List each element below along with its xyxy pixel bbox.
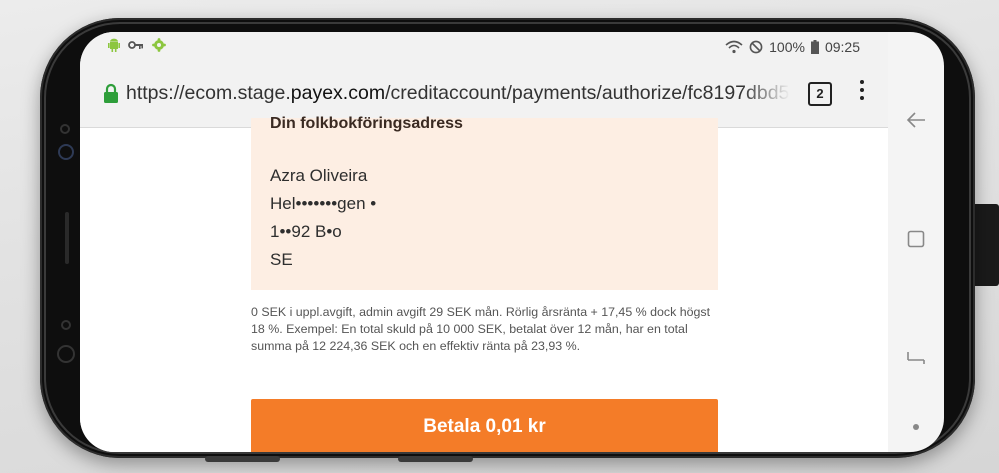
android-icon [108,38,120,52]
status-bar: 100% 09:25 [80,32,888,62]
url-fade [742,78,790,112]
home-button[interactable] [888,230,944,253]
address-name: Azra Oliveira [270,166,368,185]
recents-icon [907,352,925,364]
iris-scanner-icon [57,345,75,363]
url-domain: payex.com [290,82,386,104]
pay-button[interactable]: Betala 0,01 kr [251,399,718,452]
overflow-menu-icon[interactable] [860,80,866,104]
back-button[interactable] [888,112,944,133]
settings-icon [152,38,166,52]
url-text[interactable]: https://ecom.stage.payex.com/creditaccou… [126,82,790,108]
front-camera-icon [58,144,74,160]
tab-switcher-button[interactable]: 2 [808,82,832,106]
nav-dot-button[interactable] [888,418,944,436]
url-prefix: https://ecom.stage. [126,82,291,104]
address-card: Din folkbokföringsadress Azra Oliveira H… [251,115,718,290]
phone-side-button [975,204,999,286]
sensor-icon [60,124,70,134]
clock: 09:25 [824,39,860,55]
recents-button[interactable] [888,348,944,371]
page-content: Din folkbokföringsadress Azra Oliveira H… [80,115,888,452]
key-icon [128,41,143,49]
battery-icon [810,40,819,54]
status-right: 100% 09:25 [725,39,860,55]
address-country: SE [270,250,293,269]
phone-bottom-button [398,456,473,462]
address-street: Hel•••••••gen • [270,194,377,213]
proximity-sensor-icon [61,320,71,330]
dot-icon [913,424,919,430]
battery-percent: 100% [769,39,805,55]
lock-icon [104,83,118,103]
phone-bottom-button [205,456,280,462]
wifi-icon [725,40,743,54]
speaker-grille [65,212,69,264]
address-postal: 1••92 B•o [270,222,342,241]
phone-screen: 100% 09:25 https://ecom.stage.payex.com/… [80,32,888,452]
url-path: /creditaccount/payments/authorize/fc8197… [385,82,790,104]
do-not-disturb-icon [749,40,763,54]
address-heading: Din folkbokföringsadress [270,115,463,132]
credit-terms-text: 0 SEK i uppl.avgift, admin avgift 29 SEK… [251,305,711,353]
home-square-icon [907,230,925,248]
android-nav-bar [888,32,944,452]
back-arrow-icon [906,112,925,128]
